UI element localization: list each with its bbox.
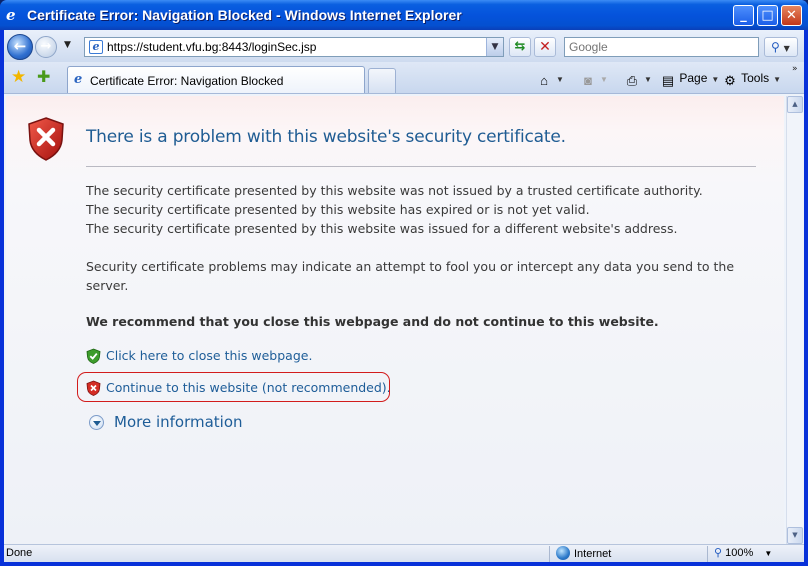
favorites-star-icon[interactable]: ★ [11,68,26,86]
ie-page-icon: e [74,72,83,87]
page-icon: e [89,40,103,54]
tab-label: Certificate Error: Navigation Blocked [90,74,284,88]
rss-feed-icon: ◙ [584,73,592,88]
security-zone[interactable]: Internet [556,546,611,560]
maximize-button[interactable]: □ [757,5,778,26]
gear-icon: ⚙ [724,73,736,88]
add-favorites-icon[interactable]: ✚ [37,68,50,86]
divider [86,166,756,167]
reason-text: The security certificate presented by th… [86,183,703,198]
vertical-scrollbar[interactable]: ▲ ▼ [786,96,803,544]
home-icon: ⌂ [540,73,548,88]
page-menu-button[interactable]: ▤ Page ▼ [660,68,719,88]
expand-chevron-icon [89,415,104,430]
zoom-level: 100% [725,547,754,559]
stop-icon: ✕ [539,39,551,55]
address-bar[interactable]: e https://student.vfu.bg:8443/loginSec.j… [84,37,504,57]
tools-dropdown-arrow: ▼ [773,75,782,84]
tab-bar: ★ ✚ e Certificate Error: Navigation Bloc… [4,62,804,94]
search-box[interactable] [564,37,759,57]
navigation-bar: ← → ▼ e https://student.vfu.bg:8443/logi… [4,30,804,62]
green-shield-icon [86,348,101,364]
feeds-dropdown[interactable]: ▼ [600,75,608,84]
recent-pages-dropdown[interactable]: ▼ [64,40,74,50]
minimize-icon: _ [740,8,747,23]
address-dropdown[interactable]: ▼ [486,38,503,56]
browser-frame: ← → ▼ e https://student.vfu.bg:8443/logi… [4,30,804,562]
more-information-label: More information [114,413,243,431]
close-icon: ✕ [786,8,797,23]
search-icon: ⚲ [771,40,780,54]
toolbar-overflow-chevron-icon[interactable]: » [792,64,798,74]
warning-text: Security certificate problems may indica… [86,259,735,274]
address-url[interactable]: https://student.vfu.bg:8443/loginSec.jsp [107,40,316,54]
printer-icon: ⎙ [626,73,638,88]
ie-window: e Certificate Error: Navigation Blocked … [0,0,808,566]
forward-button[interactable]: → [35,36,57,58]
scroll-down-button[interactable]: ▼ [787,527,803,544]
search-button[interactable]: ⚲ ▼ [764,37,798,57]
home-button[interactable]: ⌂ ▼ [536,68,564,88]
page-content: There is a problem with this website's s… [6,96,784,544]
highlight-annotation [77,372,390,402]
status-text: Done [6,547,33,559]
zoom-dropdown[interactable]: ▼ [764,549,772,558]
page-dropdown-arrow: ▼ [711,75,720,84]
stop-button[interactable]: ✕ [534,37,556,57]
refresh-icon: ⇆ [514,39,526,54]
search-options-dropdown[interactable]: ▼ [784,44,790,53]
forward-arrow-icon: → [40,39,52,54]
recommendation-text: We recommend that you close this webpage… [86,314,659,329]
page-title: There is a problem with this website's s… [86,127,566,147]
tab-active[interactable]: e Certificate Error: Navigation Blocked [67,66,365,93]
back-arrow-icon: ← [13,37,27,55]
back-button[interactable]: ← [7,34,33,60]
page-icon: ▤ [661,73,675,88]
reason-text: The security certificate presented by th… [86,202,590,217]
home-dropdown[interactable]: ▼ [556,75,564,84]
status-divider [707,546,708,562]
close-webpage-link[interactable]: Click here to close this webpage. [106,347,312,365]
scroll-up-button[interactable]: ▲ [787,96,803,113]
minimize-button[interactable]: _ [733,5,754,26]
search-input[interactable] [565,38,758,56]
tools-menu-button[interactable]: ⚙ Tools ▼ [722,68,781,88]
refresh-button[interactable]: ⇆ [509,37,531,57]
zoom-control[interactable]: ⚲ 100% ▼ [714,546,772,559]
tools-menu-label: Tools [741,71,770,85]
warning-text: server. [86,278,129,293]
globe-icon [556,546,570,560]
status-divider [549,546,550,562]
page-menu-label: Page [679,71,708,85]
print-dropdown[interactable]: ▼ [644,75,652,84]
status-bar: Done Internet ⚲ 100% ▼ [4,544,804,562]
ie-logo-icon: e [6,6,16,24]
zoom-magnifier-icon: ⚲ [714,547,723,559]
print-button[interactable]: ⎙ ▼ [624,68,652,88]
maximize-icon: □ [761,8,774,23]
title-bar[interactable]: e Certificate Error: Navigation Blocked … [0,0,808,30]
window-title: Certificate Error: Navigation Blocked - … [27,7,462,23]
close-button[interactable]: ✕ [781,5,802,26]
shield-error-icon [28,117,64,161]
zone-label: Internet [574,548,612,560]
reason-text: The security certificate presented by th… [86,221,678,236]
feeds-button[interactable]: ◙ ▼ [580,68,608,88]
new-tab-button[interactable] [368,68,396,93]
